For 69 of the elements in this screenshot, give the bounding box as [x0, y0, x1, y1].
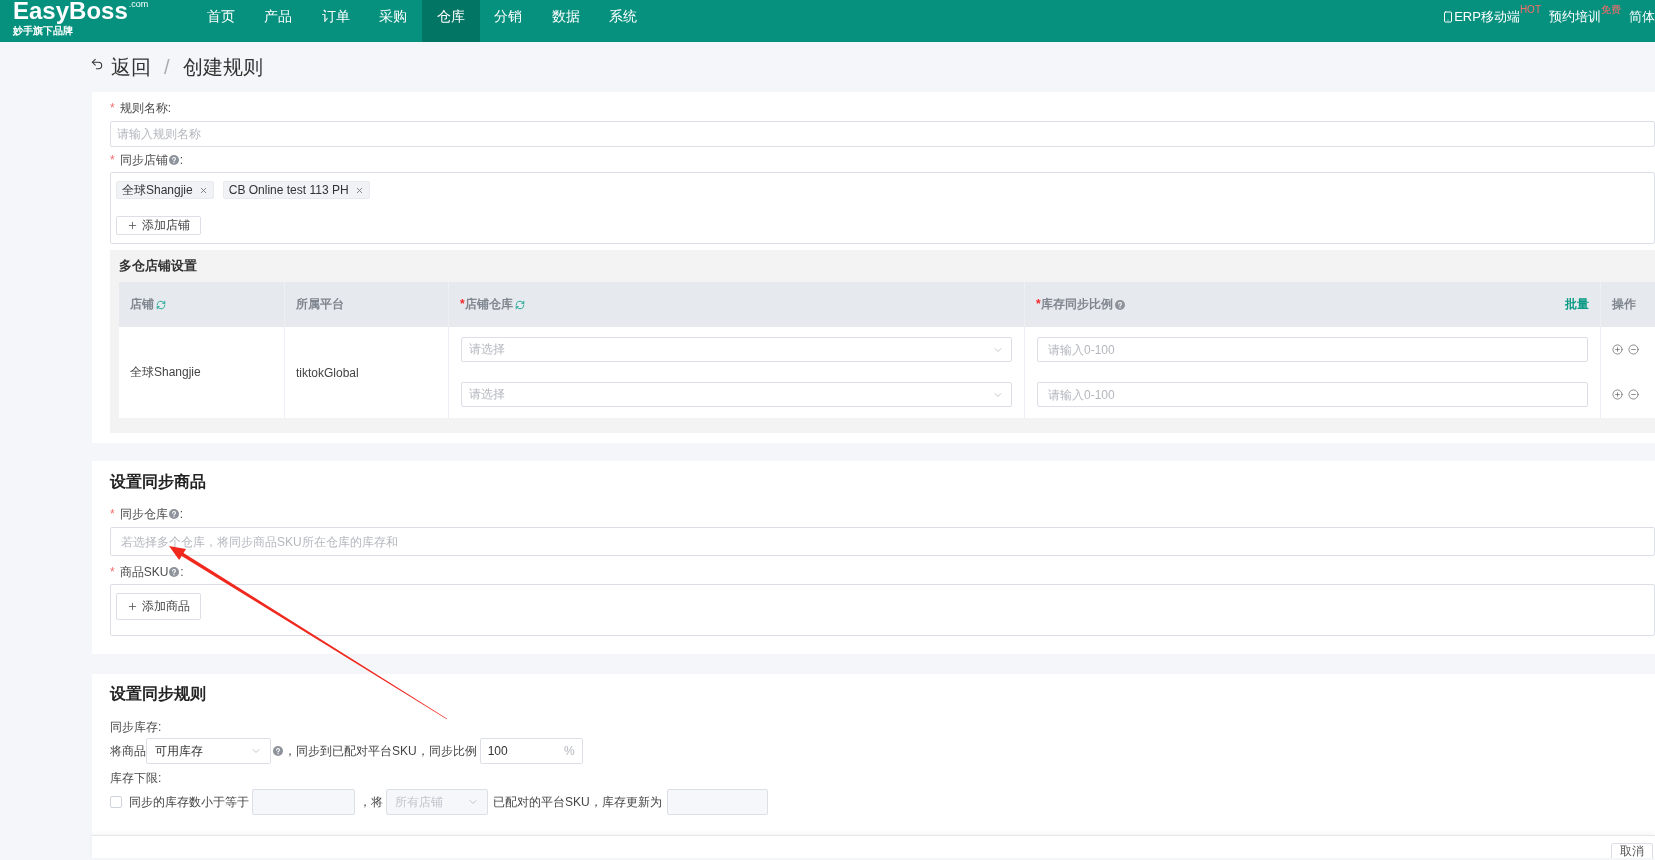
- unit-label: %: [564, 744, 575, 758]
- store-tags-field[interactable]: 全球Shangjie CB Online test 113 PH 添加店铺: [110, 172, 1655, 244]
- ratio-input[interactable]: 请输入0-100: [1037, 382, 1588, 407]
- cancel-button[interactable]: 取消: [1611, 843, 1653, 858]
- table-cell: 全球Shangjie: [119, 327, 285, 418]
- warehouse-select[interactable]: 请选择: [461, 337, 1012, 362]
- field-label: 同步库存:: [110, 719, 162, 736]
- field-label: 库存下限:: [110, 770, 162, 787]
- batch-link[interactable]: 批量: [1565, 296, 1589, 313]
- rule-text: 同步的库存数小于等于: [129, 793, 249, 811]
- field-label: * 规则名称:: [110, 99, 171, 117]
- rule-name-input[interactable]: 请输入规则名称: [110, 121, 1655, 147]
- rule-text: ，将: [359, 793, 383, 811]
- field-label: * 同步店铺: [110, 151, 168, 169]
- promo-label: 免费: [1601, 4, 1621, 15]
- breadcrumb-separator: /: [164, 55, 170, 79]
- logo-suffix: .com: [128, 0, 149, 9]
- close-icon[interactable]: [354, 185, 364, 195]
- nav-item[interactable]: 产品: [249, 0, 307, 42]
- plus-icon: [127, 601, 138, 612]
- warehouse-select[interactable]: 请选择: [461, 382, 1012, 407]
- tag-label: 全球Shangjie: [122, 181, 193, 199]
- page-title: 创建规则: [182, 54, 263, 80]
- section-title: 设置同步商品: [110, 472, 206, 492]
- remove-circle-icon[interactable]: [1628, 344, 1639, 355]
- table-cell: tiktokGlobal: [285, 327, 449, 418]
- label-colon: :: [179, 153, 183, 167]
- label-colon: :: [179, 507, 183, 521]
- add-circle-icon[interactable]: [1612, 344, 1623, 355]
- nav-item[interactable]: 仓库: [422, 0, 480, 42]
- remove-circle-icon[interactable]: [1628, 389, 1639, 400]
- logo-tagline: 妙手旗下品牌: [13, 25, 73, 37]
- add-product-button[interactable]: 添加商品: [116, 593, 201, 620]
- back-link[interactable]: 返回: [90, 53, 151, 81]
- nav-item[interactable]: 订单: [307, 0, 365, 42]
- add-circle-icon[interactable]: [1612, 389, 1623, 400]
- nav-item[interactable]: 数据: [537, 0, 595, 42]
- rule-text: 将商品: [110, 742, 146, 760]
- column-header: 操作: [1612, 296, 1636, 313]
- field-label: * 同步仓库: [110, 505, 168, 523]
- promo-label: HOT: [1519, 4, 1541, 15]
- refresh-icon[interactable]: [514, 299, 525, 310]
- back-icon: [90, 57, 104, 71]
- nav-item[interactable]: 采购: [364, 0, 422, 42]
- nav-item[interactable]: 首页: [192, 0, 250, 42]
- ratio-input[interactable]: 请输入0-100: [1037, 337, 1588, 362]
- header-link[interactable]: 预约培训: [1549, 8, 1601, 26]
- warehouse-select-field[interactable]: 若选择多个仓库，将同步商品SKU所在仓库的库存和: [110, 527, 1655, 556]
- field-label: * 商品SKU: [110, 563, 169, 581]
- tag-label: CB Online test 113 PH: [228, 183, 349, 197]
- column-header: 店铺: [130, 296, 154, 313]
- rule-text: ，同步到已配对平台SKU，同步比例: [284, 742, 477, 760]
- header-link[interactable]: 简体: [1629, 8, 1655, 26]
- close-icon[interactable]: [198, 185, 208, 195]
- stock-type-select[interactable]: 可用库存: [146, 738, 271, 764]
- column-header: *库存同步比例: [1036, 296, 1113, 313]
- column-header: 所属平台: [296, 296, 344, 313]
- nav-item[interactable]: 分销: [479, 0, 537, 42]
- header-link[interactable]: ERP移动端: [1442, 8, 1520, 26]
- panel-title: 多仓店铺设置: [119, 257, 197, 275]
- section-title: 设置同步规则: [110, 684, 206, 704]
- add-store-button[interactable]: 添加店铺: [116, 216, 201, 235]
- label-colon: :: [180, 565, 184, 579]
- nav-item[interactable]: 系统: [594, 0, 652, 42]
- phone-icon: [1442, 11, 1455, 23]
- plus-icon: [127, 220, 138, 231]
- refresh-icon[interactable]: [156, 299, 166, 310]
- column-header: *店铺仓库: [460, 296, 513, 313]
- rule-text: 已配对的平台SKU，库存更新为: [493, 793, 662, 811]
